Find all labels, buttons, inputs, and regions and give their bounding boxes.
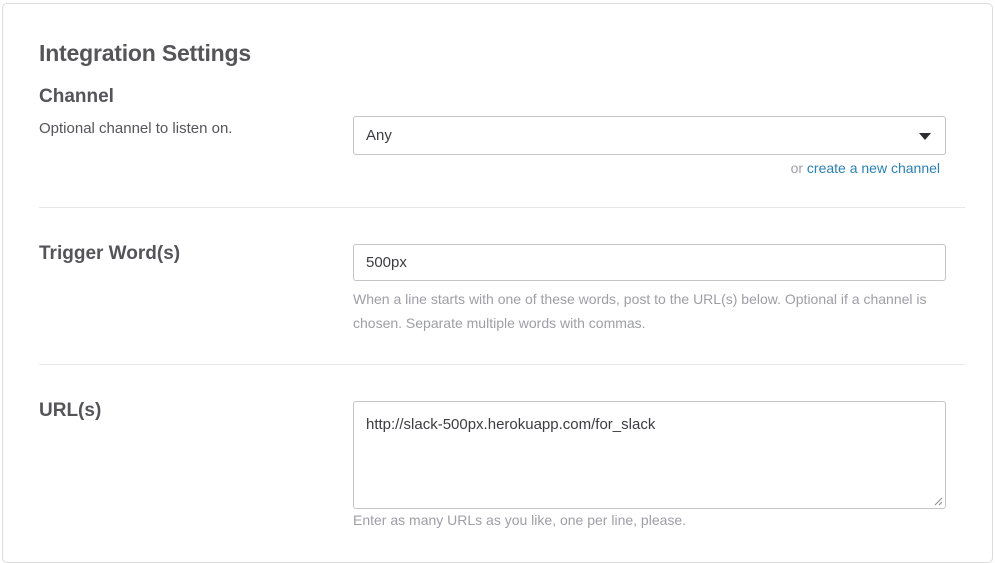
divider bbox=[39, 207, 965, 208]
create-channel-link[interactable]: create a new channel bbox=[807, 160, 940, 176]
trigger-words-value: 500px bbox=[366, 254, 407, 271]
resize-handle-icon[interactable] bbox=[934, 497, 943, 506]
urls-label: URL(s) bbox=[39, 400, 102, 421]
channel-label: Channel bbox=[39, 86, 114, 107]
trigger-words-help: When a line starts with one of these wor… bbox=[353, 291, 927, 331]
trigger-words-label: Trigger Word(s) bbox=[39, 243, 181, 264]
urls-help: Enter as many URLs as you like, one per … bbox=[353, 512, 687, 528]
urls-textarea[interactable]: http://slack-500px.herokuapp.com/for_sla… bbox=[353, 401, 946, 509]
section-title: Integration Settings bbox=[39, 40, 251, 66]
chevron-down-icon bbox=[919, 133, 931, 140]
urls-value: http://slack-500px.herokuapp.com/for_sla… bbox=[366, 416, 656, 433]
integration-settings-panel: Integration Settings Channel Optional ch… bbox=[2, 3, 993, 563]
channel-select-value: Any bbox=[366, 127, 392, 144]
create-channel-prefix: or bbox=[790, 160, 807, 176]
channel-description: Optional channel to listen on. bbox=[39, 120, 233, 137]
create-channel-row: or create a new channel bbox=[791, 160, 940, 176]
channel-select[interactable]: Any bbox=[353, 116, 946, 155]
trigger-words-input[interactable]: 500px bbox=[353, 244, 946, 281]
divider bbox=[39, 364, 965, 365]
